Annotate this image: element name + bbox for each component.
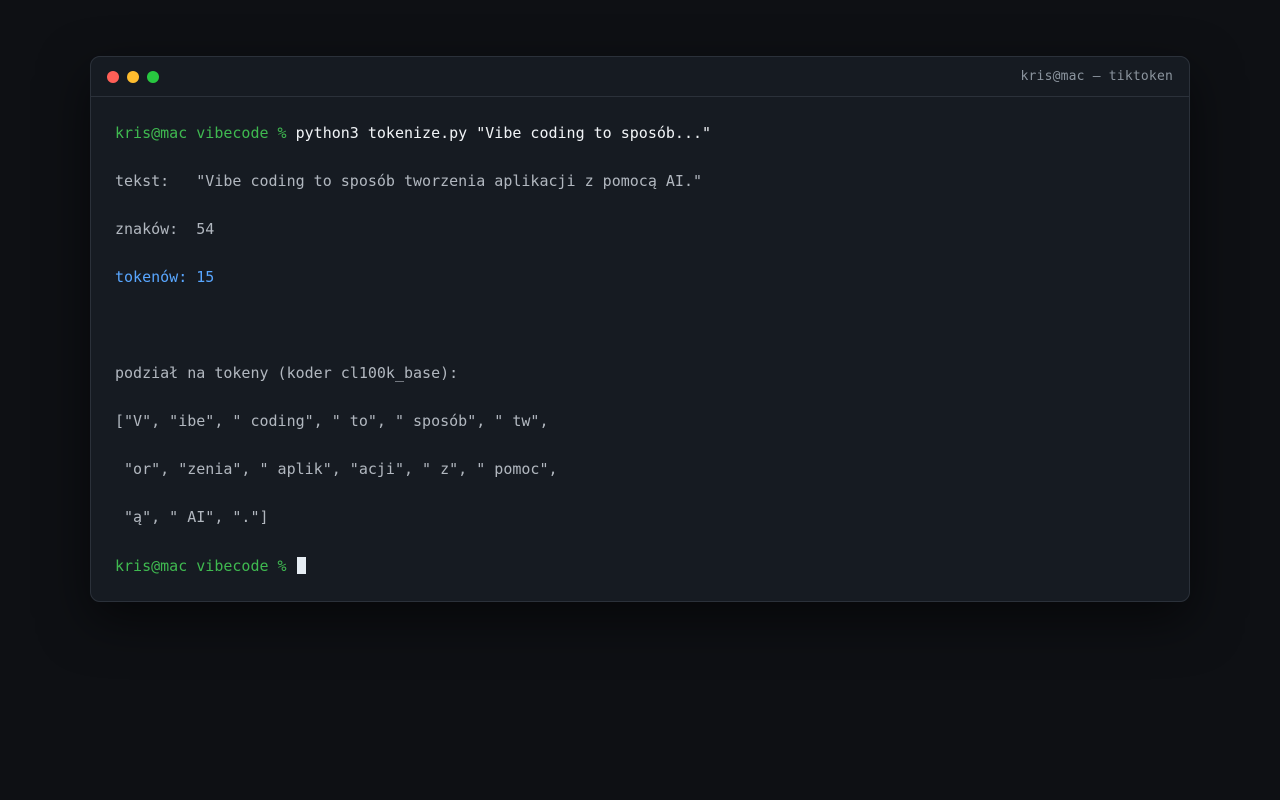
terminal-window: kris@mac — tiktoken kris@mac vibecode % … — [90, 56, 1190, 602]
close-button[interactable] — [107, 71, 119, 83]
token-line: "ą", " AI", "."] — [115, 508, 269, 526]
token-line: ["V", "ibe", " coding", " to", " sposób"… — [115, 412, 549, 430]
tekst-label: tekst: — [115, 172, 170, 190]
tekst-line: tekst: "Vibe coding to sposób tworzenia … — [115, 173, 1165, 221]
prompt: kris@mac vibecode % — [115, 557, 287, 575]
traffic-lights — [107, 71, 159, 83]
tokenow-line: tokenów: 15 — [115, 269, 1165, 317]
terminal-output[interactable]: kris@mac vibecode % python3 tokenize.py … — [91, 97, 1189, 601]
tekst-value: "Vibe coding to sposób tworzenia aplikac… — [196, 172, 703, 190]
cursor — [296, 557, 306, 574]
minimize-button[interactable] — [127, 71, 139, 83]
znakow-line: znaków: 54 — [115, 221, 1165, 269]
command-line: kris@mac vibecode % python3 tokenize.py … — [115, 125, 1165, 173]
window-title: kris@mac — tiktoken — [1020, 69, 1173, 84]
command-text: python3 tokenize.py "Vibe coding to spos… — [295, 124, 712, 142]
final-prompt-line: kris@mac vibecode % — [115, 557, 1165, 601]
title-bar: kris@mac — tiktoken — [91, 57, 1189, 97]
tokenow-value: 15 — [196, 268, 215, 286]
znakow-value: 54 — [196, 220, 215, 238]
znakow-label: znaków: — [115, 220, 179, 238]
prompt: kris@mac vibecode % — [115, 124, 287, 142]
tokenow-label: tokenów: — [115, 268, 188, 286]
split-header: podział na tokeny (koder cl100k_base): — [115, 364, 459, 382]
token-line: "or", "zenia", " aplik", "acji", " z", "… — [115, 460, 558, 478]
zoom-button[interactable] — [147, 71, 159, 83]
